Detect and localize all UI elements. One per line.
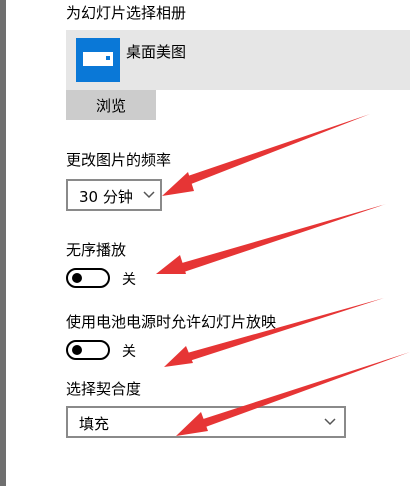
battery-toggle[interactable] <box>66 340 110 360</box>
monitor-icon <box>76 38 120 82</box>
shuffle-state-label: 关 <box>122 272 136 288</box>
toggle-knob <box>72 345 82 355</box>
annotation-arrow <box>156 204 386 274</box>
annotation-arrow <box>164 298 384 367</box>
fit-heading: 选择契合度 <box>66 380 142 398</box>
album-name: 桌面美图 <box>126 43 187 61</box>
shuffle-heading: 无序播放 <box>66 241 127 259</box>
browse-button[interactable]: 浏览 <box>66 90 156 120</box>
toggle-knob <box>72 273 82 283</box>
shuffle-toggle[interactable] <box>66 268 110 288</box>
album-item[interactable]: 桌面美图 <box>66 30 410 90</box>
chevron-down-icon <box>143 191 155 199</box>
interval-value: 30 分钟 <box>79 188 133 206</box>
fit-dropdown[interactable]: 填充 <box>66 406 346 438</box>
slideshow-settings-panel: 为幻灯片选择相册 桌面美图 浏览 更改图片的频率 30 分钟 无序播放 关 使用… <box>0 0 410 486</box>
battery-heading: 使用电池电源时允许幻灯片放映 <box>66 313 277 331</box>
fit-value: 填充 <box>79 415 110 433</box>
battery-state-label: 关 <box>122 344 136 360</box>
chevron-down-icon <box>324 418 336 426</box>
interval-dropdown[interactable]: 30 分钟 <box>66 179 162 211</box>
annotation-arrow <box>162 114 370 196</box>
album-heading: 为幻灯片选择相册 <box>66 4 187 22</box>
window-left-edge <box>0 0 6 486</box>
interval-heading: 更改图片的频率 <box>66 151 172 169</box>
